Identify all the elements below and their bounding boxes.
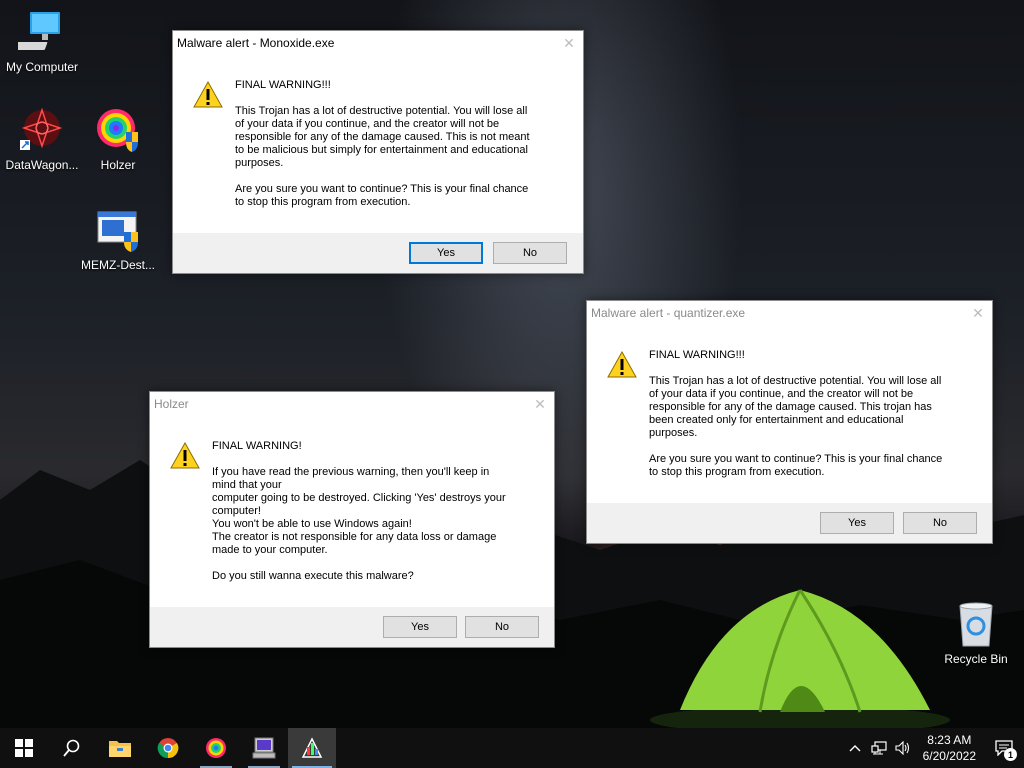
desktop-icon-label: DataWagon... (5, 158, 79, 172)
action-center-button[interactable]: 1 (984, 728, 1024, 768)
system-tray: 8:23 AM 6/20/2022 1 (843, 728, 1024, 768)
no-button[interactable]: No (903, 512, 977, 534)
warning-icon (193, 81, 223, 108)
dialog-footer: Yes No (150, 607, 554, 647)
desktop-icon-holzer[interactable]: Holzer (76, 106, 160, 172)
folder-icon (109, 741, 131, 757)
desktop-icon-datawagon[interactable]: DataWagon... (0, 106, 84, 172)
show-hidden-icons-button[interactable] (843, 728, 867, 768)
dialog-titlebar[interactable]: Holzer ✕ (150, 392, 554, 416)
dialog-titlebar[interactable]: Malware alert - Monoxide.exe ✕ (173, 31, 583, 55)
memz-icon (94, 206, 142, 254)
notification-count-badge: 1 (1004, 748, 1017, 761)
taskbar-file-explorer[interactable] (96, 728, 144, 768)
taskbar-chrome[interactable] (144, 728, 192, 768)
clock-time: 8:23 AM (927, 733, 972, 747)
dialog-message: FINAL WARNING! If you have read the prev… (212, 440, 506, 582)
desktop-icon-label: Holzer (100, 158, 136, 172)
yes-button[interactable]: Yes (409, 242, 483, 264)
dialog-footer: Yes No (173, 233, 583, 273)
close-button[interactable]: ✕ (964, 301, 992, 325)
chevron-up-icon (849, 745, 861, 752)
tent-image (650, 589, 950, 728)
taskbar: 8:23 AM 6/20/2022 1 (0, 728, 1024, 768)
close-button[interactable]: ✕ (526, 392, 554, 416)
holzer-icon (206, 738, 226, 758)
clock-date: 6/20/2022 (922, 749, 976, 763)
dialog-holzer: Holzer ✕ FINAL WARNING! If you have read… (149, 391, 555, 648)
taskbar-monoxide[interactable] (288, 728, 336, 768)
volume-button[interactable] (891, 728, 915, 768)
no-button[interactable]: No (465, 616, 539, 638)
dialog-titlebar[interactable]: Malware alert - quantizer.exe ✕ (587, 301, 992, 325)
dialog-message: FINAL WARNING!!! This Trojan has a lot o… (235, 79, 530, 208)
taskbar-holzer[interactable] (192, 728, 240, 768)
desktop-icon-my-computer[interactable]: My Computer (0, 8, 84, 74)
yes-button[interactable]: Yes (383, 616, 457, 638)
desktop-icon-label: Recycle Bin (944, 652, 1008, 666)
start-button[interactable] (0, 728, 48, 768)
monoxide-icon (301, 737, 323, 758)
dialog-message: FINAL WARNING!!! This Trojan has a lot o… (649, 349, 943, 478)
speaker-icon (895, 741, 909, 755)
yes-button[interactable]: Yes (820, 512, 894, 534)
clock[interactable]: 8:23 AM 6/20/2022 (915, 732, 984, 764)
network-button[interactable] (867, 728, 891, 768)
dialog-monoxide: Malware alert - Monoxide.exe ✕ FINAL WAR… (172, 30, 584, 274)
close-button[interactable]: ✕ (555, 31, 583, 55)
dialog-title: Malware alert - quantizer.exe (591, 306, 746, 320)
dialog-title: Malware alert - Monoxide.exe (177, 36, 335, 50)
recycle-bin-icon (952, 600, 1000, 648)
warning-icon (607, 351, 637, 378)
datawagon-icon (18, 106, 66, 154)
taskbar-computer-app[interactable] (240, 728, 288, 768)
search-button[interactable] (48, 728, 96, 768)
computer-app-icon (252, 737, 276, 759)
desktop-icon-recycle-bin[interactable]: Recycle Bin (934, 600, 1018, 666)
dialog-footer: Yes No (587, 503, 992, 543)
chrome-icon (157, 738, 179, 759)
desktop-icon-label: MEMZ-Dest... (81, 258, 155, 272)
warning-icon (170, 442, 200, 469)
desktop-icon-memz[interactable]: MEMZ-Dest... (76, 206, 160, 272)
search-icon (63, 739, 80, 757)
no-button[interactable]: No (493, 242, 567, 264)
desktop: My Computer DataWagon... Holzer MEMZ-Des… (0, 0, 1024, 728)
windows-logo-icon (15, 739, 33, 757)
holzer-icon (94, 106, 142, 154)
desktop-icon-label: My Computer (5, 60, 79, 74)
dialog-quantizer: Malware alert - quantizer.exe ✕ FINAL WA… (586, 300, 993, 544)
computer-icon (9, 8, 66, 56)
dialog-title: Holzer (154, 397, 189, 411)
network-icon (871, 741, 887, 755)
